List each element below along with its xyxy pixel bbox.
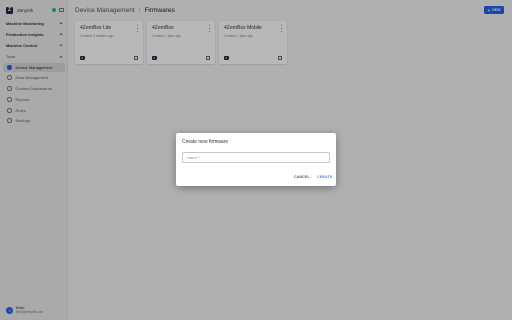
cancel-button[interactable]: CANCEL (294, 175, 310, 179)
create-firmware-dialog: Create new firmware CANCEL CREATE (176, 133, 336, 186)
dialog-title: Create new firmware (182, 139, 229, 145)
firmware-name-input[interactable] (182, 152, 330, 163)
create-button[interactable]: CREATE (317, 175, 332, 179)
